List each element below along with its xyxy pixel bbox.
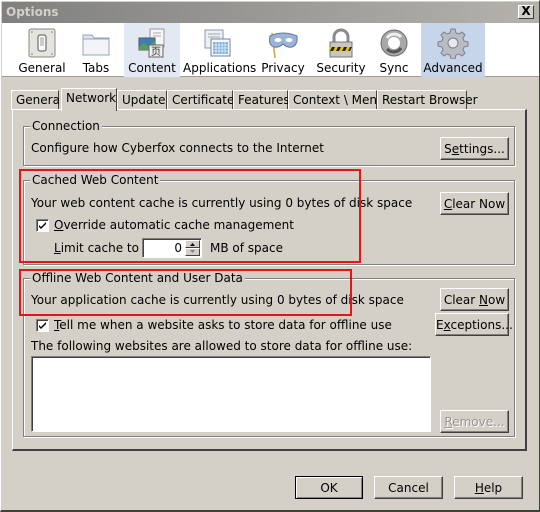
close-button[interactable]: X — [518, 5, 534, 19]
offline-usage-text: Your application cache is currently usin… — [31, 293, 404, 307]
pane-label: Sync — [379, 61, 409, 75]
tab-update[interactable]: Update — [117, 90, 167, 110]
padlock-icon — [329, 28, 353, 58]
tab-restart-browser[interactable]: Restart Browser — [377, 90, 478, 110]
network-tab-panel: Connection Configure how Cyberfox connec… — [12, 109, 527, 451]
cache-limit-value[interactable]: 0 — [174, 241, 182, 255]
pane-applications[interactable]: Applications — [183, 23, 257, 77]
pane-label: Advanced — [423, 61, 483, 75]
cancel-button[interactable]: Cancel — [374, 476, 443, 499]
gear-icon — [437, 28, 469, 59]
tab-network[interactable]: Network — [61, 88, 117, 111]
pane-label: General — [18, 61, 66, 75]
tab-general[interactable]: General — [11, 90, 63, 110]
spin-down-button[interactable] — [185, 248, 200, 256]
group-caption: Connection — [30, 119, 102, 133]
tab-features[interactable]: Features — [233, 90, 290, 110]
mask-icon — [269, 32, 298, 59]
tab-label: Features — [238, 93, 290, 107]
group-caption: Offline Web Content and User Data — [30, 271, 245, 285]
checkmark-icon — [39, 222, 46, 229]
cache-usage-text: Your web content cache is currently usin… — [31, 196, 413, 210]
spin-up-button[interactable] — [185, 240, 200, 248]
pane-tabs[interactable]: Tabs — [70, 23, 122, 77]
cache-clear-now-button[interactable]: Clear Now — [440, 192, 509, 215]
pane-label: Applications — [183, 61, 257, 75]
pane-privacy[interactable]: Privacy — [257, 23, 309, 77]
folder-tab-icon — [82, 34, 110, 56]
exceptions-button[interactable]: Exceptions... — [435, 313, 513, 336]
override-cache-label[interactable]: Override automatic cache management — [54, 218, 294, 232]
window-title: Options — [6, 5, 59, 19]
pane-advanced[interactable]: Advanced — [421, 23, 485, 77]
sync-icon — [380, 29, 408, 57]
offline-sites-list-label: The following websites are allowed to st… — [31, 339, 413, 353]
arrow-down-icon — [190, 250, 195, 253]
tab-label: Restart Browser — [382, 93, 478, 107]
tab-label: General — [16, 93, 64, 107]
tell-me-offline-checkbox[interactable] — [36, 319, 49, 332]
remove-button[interactable]: Remove... — [440, 410, 509, 433]
pane-label: Privacy — [261, 61, 305, 75]
connection-description: Configure how Cyberfox connects to the I… — [31, 141, 324, 155]
connection-group: Connection Configure how Cyberfox connec… — [23, 119, 515, 166]
override-cache-checkbox[interactable] — [36, 219, 49, 232]
limit-cache-unit: MB of space — [210, 241, 283, 255]
offline-clear-now-button[interactable]: Clear Now — [440, 288, 509, 311]
pane-general[interactable]: General — [16, 23, 68, 77]
tab-context-menus[interactable]: Context \ Menus — [288, 90, 391, 110]
cache-limit-spinner[interactable]: 0 — [142, 238, 202, 258]
pane-label: Content — [128, 61, 176, 75]
ok-button[interactable]: OK — [295, 476, 363, 499]
tab-certificates[interactable]: Certificates — [167, 90, 241, 110]
switch-icon — [28, 28, 56, 58]
svg-text:页: 页 — [151, 46, 161, 58]
tab-label: Update — [122, 93, 166, 107]
connection-settings-button[interactable]: Settings... — [440, 137, 509, 160]
group-caption: Cached Web Content — [30, 173, 161, 187]
cached-web-content-group: Cached Web Content Your web content cach… — [23, 173, 515, 265]
pane-sync[interactable]: Sync — [372, 23, 416, 77]
title-bar[interactable]: Options X — [2, 2, 539, 23]
pane-security[interactable]: Security — [313, 23, 369, 77]
content-page-icon: 页 — [138, 28, 165, 58]
checkmark-icon — [39, 322, 46, 329]
help-button[interactable]: Help — [454, 476, 523, 499]
offline-web-content-group: Offline Web Content and User Data Your a… — [23, 271, 515, 437]
pane-label: Security — [316, 61, 366, 75]
limit-cache-label: Limit cache to — [54, 241, 139, 255]
applications-icon — [204, 29, 231, 57]
tab-label: Certificates — [172, 93, 241, 107]
pane-label: Tabs — [82, 61, 110, 75]
close-icon: X — [521, 4, 531, 18]
pane-toolbar: General Tabs 页 Content Applications Priv… — [2, 23, 539, 77]
pane-content[interactable]: 页 Content — [124, 23, 180, 77]
tell-me-offline-label[interactable]: Tell me when a website asks to store dat… — [54, 318, 392, 332]
options-dialog: Options X General Tabs 页 Content Applica… — [0, 0, 540, 512]
offline-sites-list[interactable] — [31, 356, 431, 432]
arrow-up-icon — [190, 243, 195, 246]
tab-label: Network — [66, 91, 117, 105]
